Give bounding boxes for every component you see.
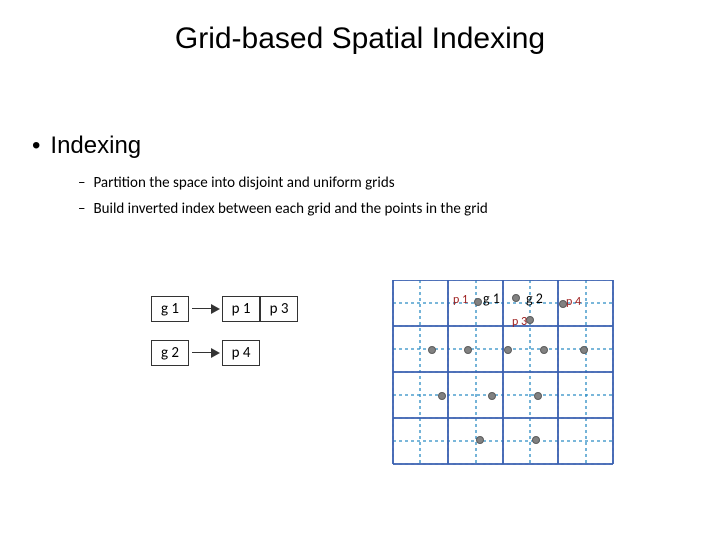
bullet-dot: • [32, 132, 40, 159]
dash-icon: – [78, 200, 85, 218]
data-point [474, 298, 482, 306]
bullet-indexing: • Indexing [32, 132, 141, 160]
data-point [428, 346, 436, 354]
posting-cell-p4: p 4 [222, 340, 260, 366]
data-point [464, 346, 472, 354]
grid-label-g1: g 1 [483, 290, 500, 307]
point-label-p4: p 4 [566, 295, 581, 309]
arrow-icon [192, 303, 220, 315]
arrow-icon [192, 347, 220, 359]
data-point [580, 346, 588, 354]
posting-cell-p1: p 1 [222, 296, 260, 322]
data-point [526, 316, 534, 324]
grid-cell-g1: g 1 [151, 296, 189, 322]
data-point [488, 392, 496, 400]
data-point [504, 346, 512, 354]
data-point [512, 294, 520, 302]
point-label-p1: p 1 [453, 293, 468, 307]
data-point [534, 392, 542, 400]
data-point [532, 436, 540, 444]
sub-bullet-1: –Partition the space into disjoint and u… [78, 172, 488, 195]
sub-bullets: –Partition the space into disjoint and u… [78, 172, 488, 223]
grid-cell-g2: g 2 [151, 340, 189, 366]
sub-bullet-2-text: Build inverted index between each grid a… [93, 200, 487, 218]
data-point [540, 346, 548, 354]
page-title: Grid-based Spatial Indexing [0, 22, 720, 56]
coarse-grid-icon [388, 280, 618, 466]
grid-label-g2: g 2 [526, 290, 543, 307]
spatial-grid: p 1 p 3 p 4 g 1 g 2 [388, 280, 618, 466]
data-point [438, 392, 446, 400]
bullet-text: Indexing [50, 132, 141, 159]
data-point [476, 436, 484, 444]
dash-icon: – [78, 174, 85, 192]
point-label-p3: p 3 [512, 315, 527, 329]
sub-bullet-2: –Build inverted index between each grid … [78, 198, 488, 221]
posting-cell-p3: p 3 [260, 296, 298, 322]
sub-bullet-1-text: Partition the space into disjoint and un… [93, 174, 394, 192]
